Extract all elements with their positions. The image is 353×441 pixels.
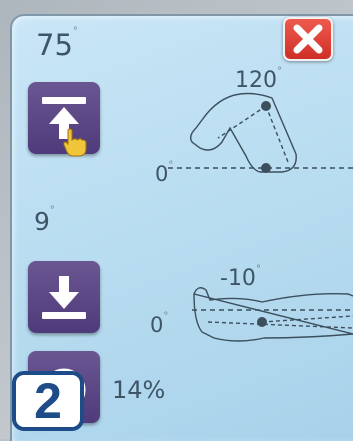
decrease-extension-button[interactable] bbox=[28, 261, 100, 333]
flexion-zero-label: 0° bbox=[155, 160, 174, 186]
extension-target-label: -10° bbox=[220, 264, 261, 291]
speed-value: 14% bbox=[112, 376, 166, 404]
flexion-target-label: 120° bbox=[235, 66, 282, 93]
hand-pointer-icon bbox=[63, 128, 87, 157]
flexion-current-value: 75° bbox=[36, 26, 78, 62]
close-icon bbox=[293, 24, 323, 54]
step-number-badge: 2 bbox=[12, 371, 84, 431]
close-button[interactable] bbox=[283, 17, 333, 61]
arrow-down-to-bar-icon bbox=[42, 276, 86, 319]
extension-zero-label: 0° bbox=[150, 311, 169, 337]
extension-current-value: 9° bbox=[34, 205, 55, 236]
